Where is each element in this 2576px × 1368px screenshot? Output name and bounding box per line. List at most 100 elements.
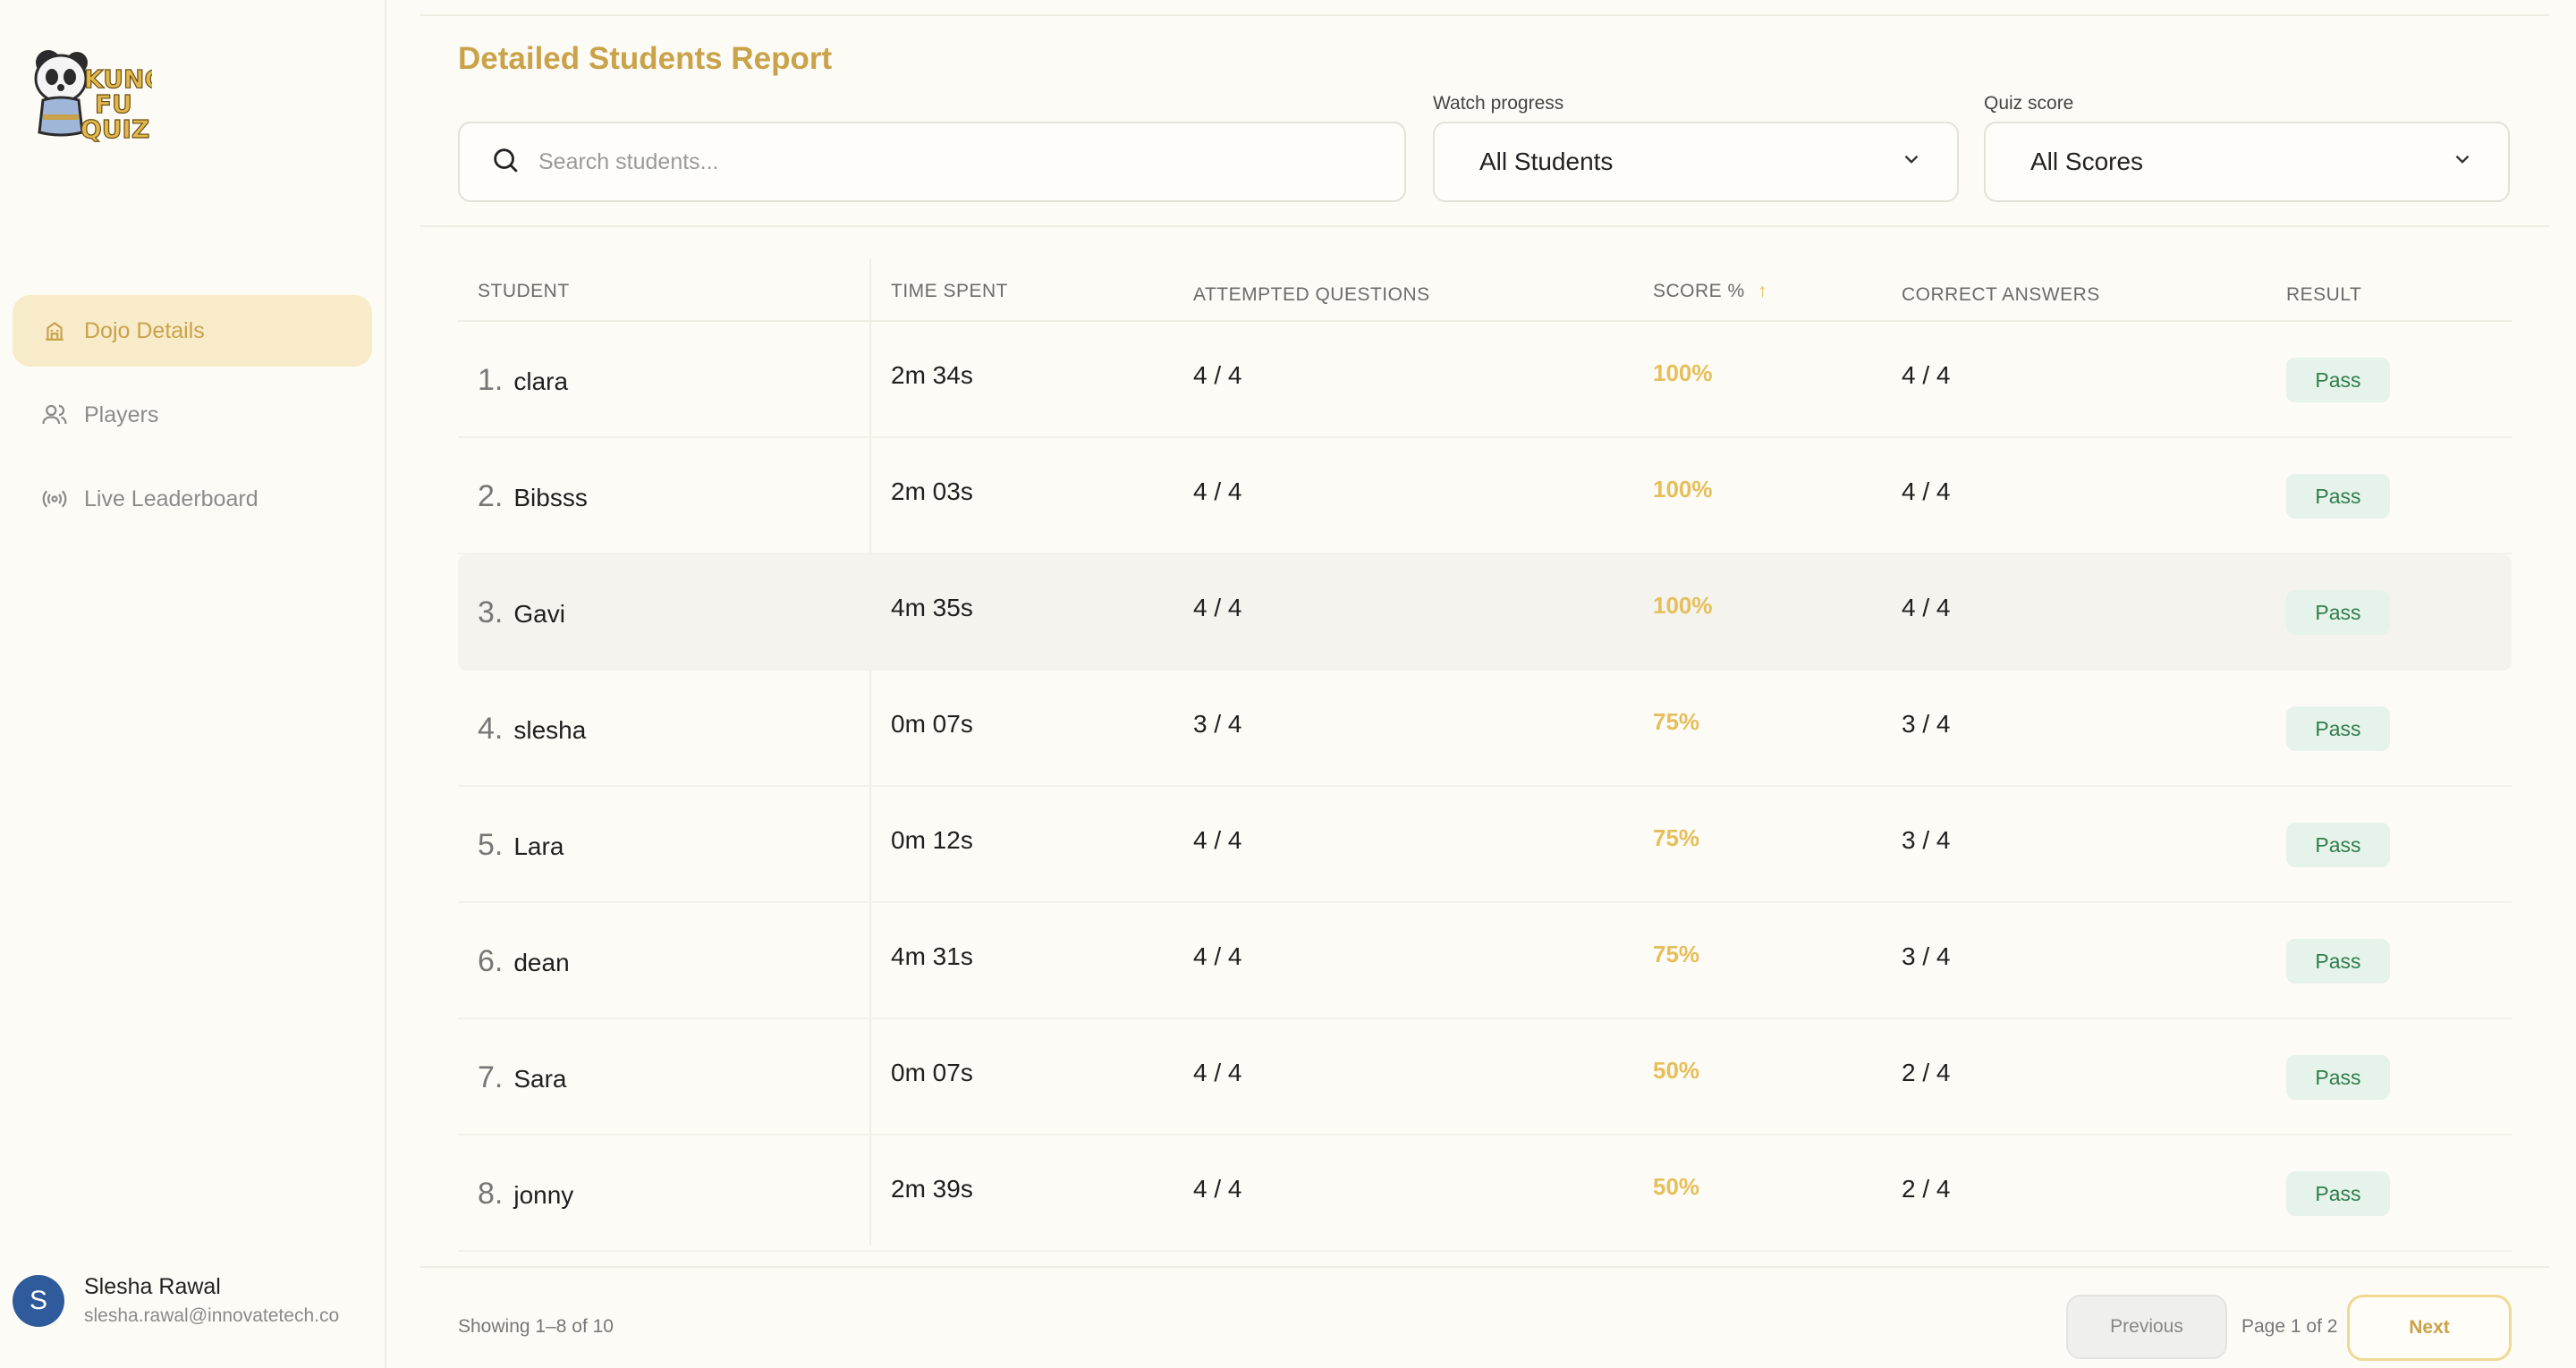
quiz-score-label: Quiz score: [1984, 93, 2074, 114]
rank: 3.: [478, 595, 504, 629]
rank: 8.: [478, 1177, 504, 1211]
score-percent: 75%: [1653, 824, 1700, 851]
next-button[interactable]: Next: [2347, 1295, 2512, 1361]
attempted-questions: 4 / 4: [1193, 477, 1242, 505]
score-percent: 75%: [1653, 941, 1700, 967]
column-header-correct[interactable]: CORRECT ANSWERS: [1902, 284, 2100, 306]
status-badge: Pass: [2286, 1055, 2390, 1100]
score-percent: 100%: [1653, 476, 1713, 502]
svg-text:QUIZ: QUIZ: [80, 114, 149, 143]
student-cell: 5. Lara: [478, 828, 564, 863]
chevron-down-icon: [2451, 148, 2474, 177]
correct-answers: 4 / 4: [1902, 594, 1951, 621]
rank: 7.: [478, 1060, 504, 1094]
broadcast-icon: [39, 484, 70, 514]
sidebar-item-label: Players: [84, 401, 159, 427]
building-icon: [39, 316, 70, 346]
correct-answers: 4 / 4: [1902, 361, 1951, 389]
divider: [420, 225, 2549, 227]
attempted-questions: 4 / 4: [1193, 1175, 1242, 1203]
users-icon: [39, 400, 70, 430]
correct-answers: 4 / 4: [1902, 477, 1951, 505]
time-spent: 2m 03s: [891, 477, 973, 505]
rank: 1.: [478, 363, 504, 397]
attempted-questions: 4 / 4: [1193, 1059, 1242, 1086]
status-badge: Pass: [2286, 590, 2390, 635]
page-title: Detailed Students Report: [458, 41, 833, 76]
avatar: S: [13, 1274, 64, 1327]
table-row[interactable]: 4. slesha 0m 07s 3 / 4 75% 3 / 4 Pass: [458, 671, 2512, 787]
rank: 6.: [478, 944, 504, 978]
column-header-student[interactable]: STUDENT: [478, 281, 570, 302]
page-indicator: Page 1 of 2: [2241, 1316, 2338, 1337]
status-badge: Pass: [2286, 358, 2390, 402]
status-badge: Pass: [2286, 1171, 2390, 1216]
quiz-score-select[interactable]: All Scores: [1984, 122, 2510, 202]
main-content: Detailed Students Report Watch progress …: [420, 0, 2549, 1368]
sidebar-item-players[interactable]: Players: [13, 379, 372, 451]
student-cell: 7. Sara: [478, 1060, 567, 1095]
status-badge: Pass: [2286, 939, 2390, 984]
sidebar-item-dojo-details[interactable]: Dojo Details: [13, 295, 372, 367]
table-row[interactable]: 8. jonny 2m 39s 4 / 4 50% 2 / 4 Pass: [458, 1136, 2512, 1252]
student-cell: 3. Gavi: [478, 595, 565, 630]
score-percent: 75%: [1653, 708, 1700, 735]
column-header-score[interactable]: SCORE % ↑: [1653, 281, 1767, 302]
student-cell: 4. slesha: [478, 712, 586, 747]
attempted-questions: 4 / 4: [1193, 361, 1242, 389]
score-percent: 100%: [1653, 592, 1713, 619]
table-row[interactable]: 1. clara 2m 34s 4 / 4 100% 4 / 4 Pass: [458, 322, 2512, 438]
search-input[interactable]: [538, 148, 1343, 175]
attempted-questions: 4 / 4: [1193, 826, 1242, 854]
time-spent: 2m 39s: [891, 1175, 973, 1203]
attempted-questions: 3 / 4: [1193, 710, 1242, 738]
watch-progress-label: Watch progress: [1433, 93, 1564, 114]
table-row[interactable]: 5. Lara 0m 12s 4 / 4 75% 3 / 4 Pass: [458, 787, 2512, 903]
time-spent: 0m 07s: [891, 710, 973, 738]
watch-progress-value: All Students: [1479, 148, 1614, 175]
time-spent: 4m 31s: [891, 942, 973, 970]
chevron-down-icon: [1900, 148, 1923, 177]
watch-progress-select[interactable]: All Students: [1433, 122, 1959, 202]
table-body: 1. clara 2m 34s 4 / 4 100% 4 / 4 Pass 2. B…: [458, 259, 2512, 1252]
user-profile[interactable]: S Slesha Rawal slesha.rawal@innovatetech…: [13, 1274, 339, 1327]
column-header-score-label: SCORE %: [1653, 281, 1745, 301]
table-row[interactable]: 2. Bibsss 2m 03s 4 / 4 100% 4 / 4 Pass: [458, 438, 2512, 554]
attempted-questions: 4 / 4: [1193, 594, 1242, 621]
column-header-time-spent[interactable]: TIME SPENT: [891, 281, 1008, 302]
student-cell: 2. Bibsss: [478, 479, 588, 514]
rank: 4.: [478, 712, 504, 746]
divider: [420, 1266, 2549, 1268]
score-percent: 100%: [1653, 359, 1713, 386]
pagination-summary: Showing 1–8 of 10: [458, 1316, 614, 1337]
table-row[interactable]: 6. dean 4m 31s 4 / 4 75% 3 / 4 Pass: [458, 903, 2512, 1019]
previous-button[interactable]: Previous: [2066, 1295, 2227, 1359]
students-table: STUDENT TIME SPENT ATTEMPTED QUESTIONS S…: [458, 259, 2512, 1252]
search-box[interactable]: [458, 122, 1406, 202]
time-spent: 4m 35s: [891, 594, 973, 621]
sidebar-item-label: Dojo Details: [84, 317, 205, 343]
time-spent: 0m 12s: [891, 826, 973, 854]
table-row[interactable]: 7. Sara 0m 07s 4 / 4 50% 2 / 4 Pass: [458, 1019, 2512, 1136]
student-cell: 1. clara: [478, 363, 568, 398]
table-row[interactable]: 3. Gavi 4m 35s 4 / 4 100% 4 / 4 Pass: [458, 554, 2512, 671]
student-name: Gavi: [513, 600, 565, 628]
student-name: clara: [513, 367, 569, 395]
status-badge: Pass: [2286, 823, 2390, 867]
student-name: Bibsss: [513, 484, 588, 511]
score-percent: 50%: [1653, 1057, 1700, 1084]
user-name: Slesha Rawal: [84, 1274, 221, 1299]
rank: 5.: [478, 828, 504, 862]
user-email: slesha.rawal@innovatetech.co: [84, 1305, 340, 1326]
time-spent: 2m 34s: [891, 361, 973, 389]
kung-fu-quiz-logo[interactable]: KUNG FU QUIZ: [18, 36, 165, 145]
search-icon: [490, 145, 521, 180]
sidebar-nav: Dojo Details Players Live Leaderboard: [13, 295, 372, 547]
divider: [420, 14, 2549, 16]
sidebar-item-live-leaderboard[interactable]: Live Leaderboard: [13, 463, 372, 535]
correct-answers: 3 / 4: [1902, 942, 1951, 970]
column-header-attempted[interactable]: ATTEMPTED QUESTIONS: [1193, 284, 1430, 306]
column-header-result[interactable]: RESULT: [2286, 284, 2361, 306]
correct-answers: 2 / 4: [1902, 1059, 1951, 1086]
student-name: dean: [513, 949, 570, 976]
